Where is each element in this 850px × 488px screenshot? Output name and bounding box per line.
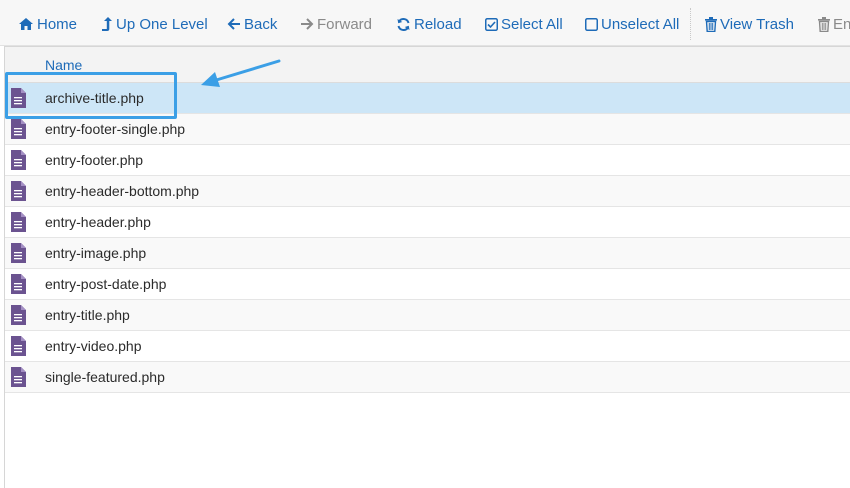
trash-icon — [705, 16, 717, 32]
home-button[interactable]: Home — [18, 13, 77, 35]
file-name: entry-header-bottom.php — [45, 183, 200, 199]
file-name: entry-footer.php — [45, 152, 144, 168]
trash-icon — [818, 16, 830, 32]
file-name: entry-title.php — [45, 307, 130, 323]
home-label: Home — [37, 15, 78, 33]
file-text-icon — [10, 150, 26, 170]
select-all-label: Select All — [501, 15, 563, 33]
reload-label: Reload — [414, 15, 462, 33]
up-one-level-label: Up One Level — [116, 15, 208, 33]
empty-trash-button[interactable]: En — [818, 13, 850, 35]
file-row[interactable]: entry-video.php — [5, 331, 850, 362]
view-trash-button[interactable]: View Trash — [705, 13, 794, 35]
forward-button[interactable]: Forward — [300, 13, 372, 35]
level-up-icon — [101, 16, 113, 32]
arrow-left-icon — [227, 17, 241, 31]
file-row[interactable]: entry-image.php — [5, 238, 850, 269]
back-button[interactable]: Back — [227, 13, 277, 35]
file-text-icon — [10, 305, 26, 325]
unselect-all-button[interactable]: Unselect All — [585, 13, 679, 35]
back-label: Back — [244, 15, 278, 33]
file-text-icon — [10, 181, 26, 201]
select-all-button[interactable]: Select All — [485, 13, 563, 35]
file-row[interactable]: entry-header-bottom.php — [5, 176, 850, 207]
file-row[interactable]: entry-post-date.php — [5, 269, 850, 300]
checkbox-empty-icon — [585, 17, 598, 31]
file-name: entry-footer-single.php — [45, 121, 186, 137]
file-text-icon — [10, 212, 26, 232]
file-manager-toolbar: Home Up One Level Back Forward Reload Se… — [0, 0, 850, 46]
arrow-right-icon — [300, 17, 314, 31]
checkbox-checked-icon — [485, 17, 498, 31]
file-text-icon — [10, 274, 26, 294]
view-trash-label: View Trash — [720, 15, 794, 33]
file-row[interactable]: entry-header.php — [5, 207, 850, 238]
file-text-icon — [10, 336, 26, 356]
file-text-icon — [10, 243, 26, 263]
file-row[interactable]: entry-footer-single.php — [5, 114, 850, 145]
file-name: entry-video.php — [45, 338, 142, 354]
file-name: single-featured.php — [45, 369, 165, 385]
home-icon — [18, 17, 34, 31]
empty-trash-label: En — [833, 15, 850, 33]
file-list: archive-title.php entry-footer-single.php… — [5, 83, 850, 393]
reload-button[interactable]: Reload — [396, 13, 462, 35]
file-row[interactable]: single-featured.php — [5, 362, 850, 393]
forward-label: Forward — [317, 15, 373, 33]
file-row[interactable]: entry-footer.php — [5, 145, 850, 176]
file-text-icon — [10, 367, 26, 387]
toolbar-separator — [690, 8, 691, 40]
file-text-icon — [10, 88, 26, 108]
file-name: entry-image.php — [45, 245, 147, 261]
file-name: entry-header.php — [45, 214, 151, 230]
unselect-all-label: Unselect All — [601, 15, 680, 33]
file-row[interactable]: entry-title.php — [5, 300, 850, 331]
file-text-icon — [10, 119, 26, 139]
file-row[interactable]: archive-title.php — [5, 83, 850, 114]
column-header-name[interactable]: Name — [45, 57, 82, 73]
reload-icon — [396, 17, 411, 32]
file-name: archive-title.php — [45, 90, 144, 106]
file-list-panel: Name archive-title.php entry-footer-singl… — [4, 46, 850, 488]
up-one-level-button[interactable]: Up One Level — [101, 13, 208, 35]
file-name: entry-post-date.php — [45, 276, 167, 292]
file-list-header: Name — [5, 47, 850, 83]
